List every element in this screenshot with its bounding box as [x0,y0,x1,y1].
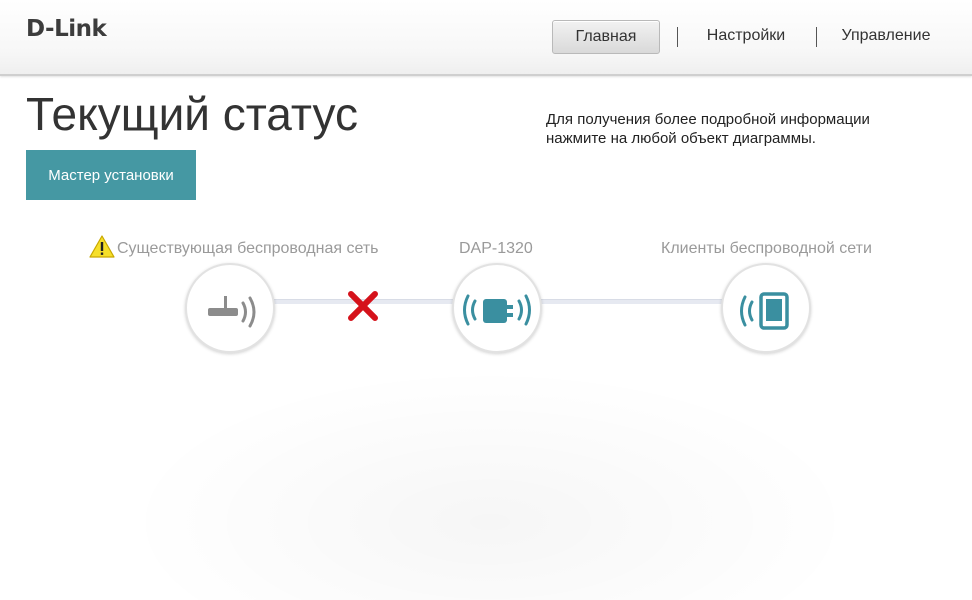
nav-separator [816,27,817,47]
info-text: Для получения более подробной информации… [546,111,870,147]
page-title: Текущий статус [26,88,358,140]
wireless-clients-node[interactable] [721,263,811,353]
nav-separator [677,27,678,47]
device-node[interactable] [452,263,542,353]
top-header: D-Link Главная Настройки Управление [0,0,972,76]
nav-tab-home[interactable]: Главная [552,20,660,54]
nav-tab-management[interactable]: Управление [828,20,944,52]
tablet-icon [740,292,789,330]
existing-network-label: Существующая беспроводная сеть [117,240,379,257]
main-nav: Главная Настройки Управление [0,20,972,54]
background-shadow [60,340,920,600]
router-icon [208,296,256,328]
disconnected-x-icon [348,291,378,321]
link-device-to-clients [538,299,724,304]
wireless-clients-label: Клиенты беспроводной сети [661,240,872,257]
nav-tab-settings[interactable]: Настройки [690,20,802,52]
warning-icon [89,235,115,258]
repeater-icon [463,294,531,326]
device-label: DAP-1320 [459,240,533,257]
setup-wizard-button[interactable]: Мастер установки [26,150,196,200]
existing-network-node[interactable] [185,263,275,353]
